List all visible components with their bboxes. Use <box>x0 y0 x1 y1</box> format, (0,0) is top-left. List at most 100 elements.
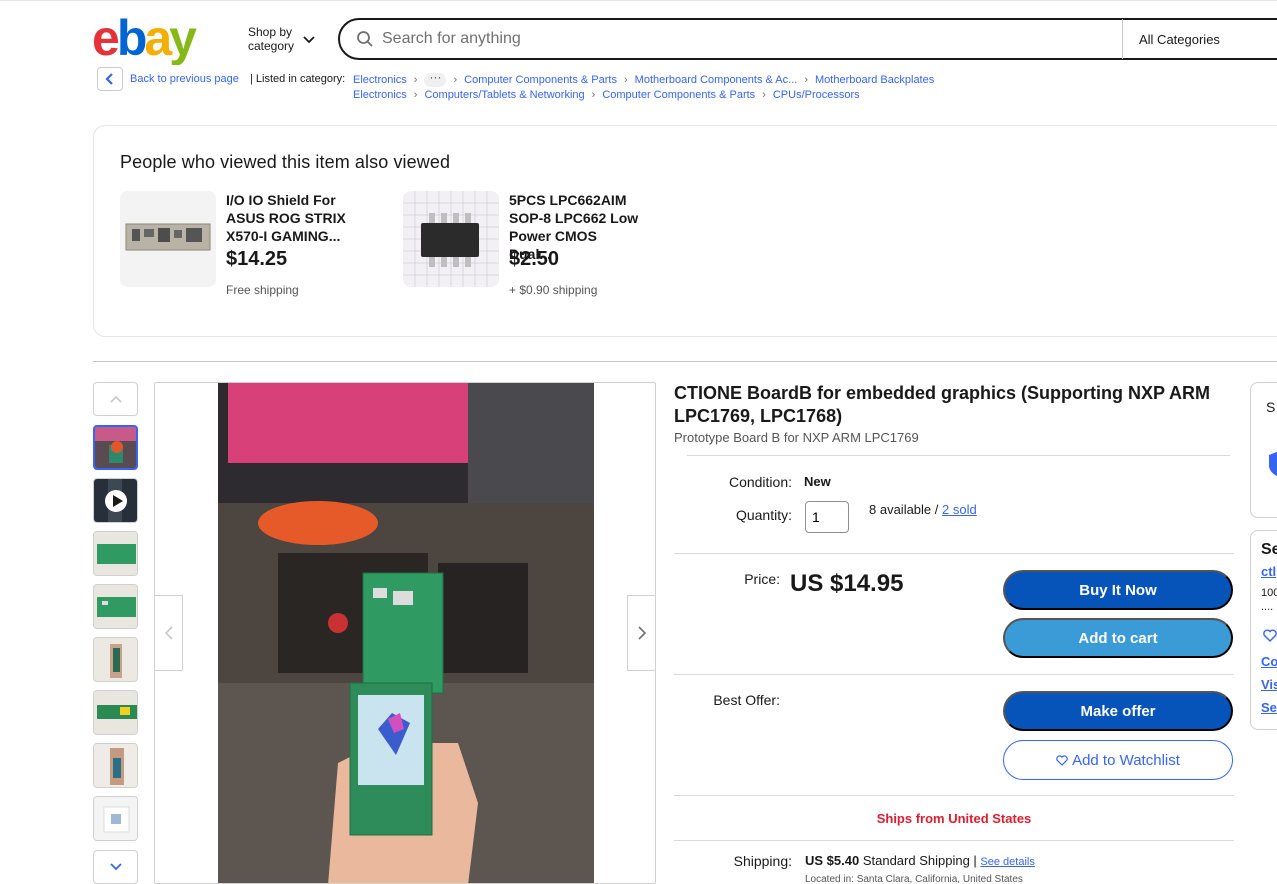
product-photo <box>218 383 594 883</box>
back-button[interactable] <box>97 67 123 91</box>
thumbnail-image[interactable] <box>93 690 138 735</box>
item-price: $14.25 <box>226 248 288 270</box>
heart-icon <box>1056 754 1068 766</box>
breadcrumb-link[interactable]: Electronics <box>353 74 407 86</box>
divider <box>674 553 1234 554</box>
best-offer-label: Best Offer: <box>713 692 780 708</box>
breadcrumb-link[interactable]: Computers/Tablets & Networking <box>424 89 584 101</box>
seller-rating-dots: .... <box>1261 601 1274 613</box>
breadcrumb-link[interactable]: Motherboard Components & Ac... <box>635 74 798 86</box>
shop-with-confidence-box: S <box>1250 382 1277 518</box>
contact-seller-link[interactable]: Co <box>1261 654 1277 669</box>
condition-value: New <box>804 474 831 489</box>
item-title[interactable]: I/O IO Shield For ASUS ROG STRIX X570-I … <box>226 191 356 245</box>
breadcrumb-row-1: Electronics › ··· › Computer Components & … <box>353 71 934 87</box>
shop-by-label: Shop by <box>248 25 293 39</box>
seller-name-link[interactable]: ctl <box>1261 564 1276 579</box>
seller-info-box: Se ctl 100 .... Co Vis Se <box>1250 530 1277 730</box>
shipping-cost: US $5.40 <box>805 853 860 868</box>
available-count: 8 available / <box>869 502 939 517</box>
see-other-items-link[interactable]: Se <box>1261 700 1277 715</box>
add-to-cart-button[interactable]: Add to cart <box>1003 618 1233 658</box>
chevron-down-icon <box>109 863 122 871</box>
chevron-right-icon: › <box>762 89 766 101</box>
search-icon <box>357 31 373 47</box>
chevron-left-icon <box>164 626 173 640</box>
chevron-down-icon <box>303 36 315 44</box>
search-divider <box>1122 19 1123 59</box>
chevron-up-icon <box>109 395 122 403</box>
thumbnail-image[interactable] <box>93 425 138 470</box>
side-box-heading: S <box>1266 399 1276 415</box>
divider <box>674 674 1234 675</box>
image-next-button[interactable] <box>627 595 656 671</box>
divider <box>674 840 1234 841</box>
heart-icon[interactable] <box>1263 629 1277 642</box>
breadcrumb-link[interactable]: Electronics <box>353 89 407 101</box>
breadcrumb-link[interactable]: Motherboard Backplates <box>815 74 934 86</box>
item-title: CTIONE BoardB for embedded graphics (Sup… <box>674 383 1211 426</box>
availability: 8 available / 2 sold <box>869 502 977 517</box>
condition-label: Condition: <box>728 474 792 490</box>
buy-it-now-button[interactable]: Buy It Now <box>1003 570 1233 610</box>
divider <box>674 795 1234 796</box>
add-to-watchlist-button[interactable]: Add to Watchlist <box>1003 740 1233 780</box>
chip-image[interactable] <box>403 191 499 287</box>
breadcrumb-link[interactable]: Computer Components & Parts <box>464 74 617 86</box>
item-shipping: Free shipping <box>226 283 299 297</box>
also-viewed-heading: People who viewed this item also viewed <box>120 152 451 172</box>
quantity-input[interactable] <box>805 501 849 533</box>
also-viewed-panel: People who viewed this item also viewed … <box>93 125 1277 337</box>
chevron-right-icon: › <box>624 74 628 86</box>
io-shield-image[interactable] <box>120 191 216 287</box>
thumbnail-scroll-down-button[interactable] <box>93 850 138 884</box>
seller-heading: Se <box>1261 541 1277 558</box>
chevron-left-icon <box>105 73 113 85</box>
quantity-label: Quantity: <box>735 507 792 523</box>
chevron-right-icon: › <box>453 74 458 86</box>
sold-link[interactable]: 2 sold <box>942 502 977 517</box>
video-thumbnail[interactable] <box>93 478 138 523</box>
main-product-image[interactable] <box>154 382 656 884</box>
top-border <box>0 0 1277 1</box>
more-dots-button[interactable]: ··· <box>424 71 447 87</box>
back-to-previous-link[interactable]: Back to previous page <box>130 73 239 85</box>
category-select[interactable]: All Categories <box>1139 32 1220 47</box>
seller-feedback: 100 <box>1261 587 1277 599</box>
search-bar: All Categories <box>338 18 1277 60</box>
shop-by-category-button[interactable]: Shop by category <box>248 25 316 53</box>
thumbnail-image[interactable] <box>93 796 138 841</box>
ships-from-notice: Ships from United States <box>876 811 1032 826</box>
item-subtitle: Prototype Board B for NXP ARM LPC1769 <box>674 430 919 445</box>
item-shipping: + $0.90 shipping <box>509 283 598 297</box>
thumbnail-scroll-up-button[interactable] <box>93 382 138 416</box>
listed-in-label: | Listed in category: <box>250 73 346 85</box>
breadcrumb-link[interactable]: CPUs/Processors <box>773 89 860 101</box>
see-details-link[interactable]: See details <box>980 856 1034 868</box>
divider <box>687 455 1230 456</box>
search-input[interactable] <box>382 30 1122 48</box>
ebay-logo[interactable]: ebay <box>92 15 212 65</box>
chevron-right-icon: › <box>413 74 418 86</box>
make-offer-button[interactable]: Make offer <box>1003 691 1233 731</box>
item-location: Located in: Santa Clara, California, Uni… <box>805 874 1023 884</box>
breadcrumb-row-2: Electronics › Computers/Tablets & Network… <box>353 89 860 101</box>
chevron-right-icon: › <box>804 74 808 86</box>
thumbnail-image[interactable] <box>93 531 138 576</box>
price-label: Price: <box>744 571 780 587</box>
shipping-label: Shipping: <box>733 853 792 869</box>
image-prev-button[interactable] <box>154 595 183 671</box>
item-price: US $14.95 <box>790 570 904 597</box>
section-divider <box>93 361 1277 362</box>
chevron-right-icon: › <box>591 89 596 101</box>
thumbnail-image[interactable] <box>93 743 138 788</box>
category-label: category <box>248 39 295 53</box>
breadcrumb-link[interactable]: Computer Components & Parts <box>602 89 755 101</box>
visit-store-link[interactable]: Vis <box>1261 677 1277 692</box>
thumbnail-image[interactable] <box>93 637 138 682</box>
thumbnail-image[interactable] <box>93 584 138 629</box>
watchlist-label: Add to Watchlist <box>1072 751 1180 769</box>
chevron-right-icon <box>637 626 646 640</box>
svg-text:ebay: ebay <box>92 15 197 65</box>
item-price: $2.50 <box>509 248 560 270</box>
